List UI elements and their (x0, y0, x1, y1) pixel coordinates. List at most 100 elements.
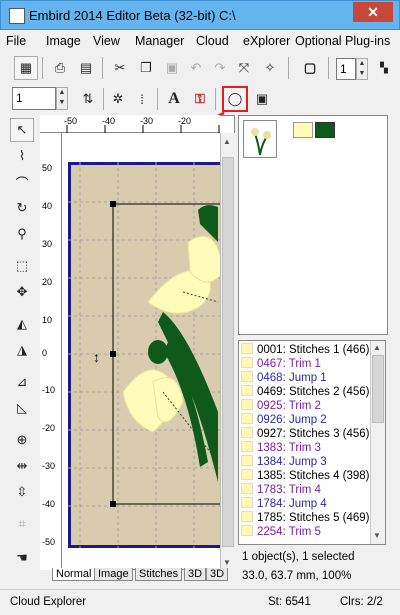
cut-icon[interactable]: ✂ (108, 56, 132, 80)
move-icon[interactable]: ⤧ (232, 56, 256, 80)
scroll-thumb[interactable] (222, 157, 234, 547)
scroll-up-icon[interactable]: ▲ (373, 343, 381, 352)
v-tick-label: 30 (42, 239, 53, 249)
edit-toolbar: 1 ▲ ▼ ⇅ ✲ ⁞ A ⚿ ◯ ▣ (0, 84, 400, 114)
list-item[interactable]: 1385: Stitches 4 (398) (241, 469, 370, 483)
zoom-spin-input[interactable]: 1 (336, 58, 356, 80)
app-icon[interactable] (9, 8, 25, 24)
skew-right-icon[interactable]: ◺ (10, 396, 34, 420)
list-item[interactable]: 0001: Stitches 1 (466) (241, 343, 370, 357)
align-vertical-icon[interactable]: ⇳ (10, 480, 34, 504)
list-item[interactable]: 1383: Trim 3 (241, 441, 321, 455)
main-toolbar: ▦ ⎙ ▤ ✂ ❐ ▣ ↶ ↷ ⤧ ✧ ▢ 1 ▲ ▼ ▚ (0, 53, 400, 83)
thread-swatch-icon (241, 441, 253, 452)
list-item[interactable]: 0927: Stitches 3 (456) (241, 427, 370, 441)
print-preview-icon[interactable]: ▤ (74, 56, 98, 80)
list-item-label: 0469: Stitches 2 (456) (257, 386, 370, 398)
mirror-vertical-icon[interactable]: ◭ (10, 312, 34, 336)
object-spin-arrows[interactable]: ▲ ▼ (56, 87, 68, 110)
thread-color-swatch-2[interactable] (315, 122, 335, 138)
thread-swatch-icon (241, 455, 253, 466)
design-thumbnail[interactable] (243, 120, 277, 158)
v-tick-label: 50 (42, 163, 53, 173)
save-icon[interactable]: ▣ (250, 87, 274, 111)
lasso-select-icon[interactable]: ⌇ (10, 144, 34, 168)
v-tick-label: -40 (42, 499, 56, 509)
v-tick-label: 20 (42, 277, 53, 287)
tab-normal[interactable]: Normal (52, 568, 96, 581)
menu-file[interactable]: File (6, 34, 26, 48)
list-item[interactable]: 0926: Jump 2 (241, 413, 327, 427)
list-item-label: 0467: Trim 1 (257, 358, 321, 370)
menu-optional-plugins[interactable]: Optional Plug-ins (295, 34, 390, 48)
menu-explorer[interactable]: eXplorer (243, 34, 290, 48)
object-list[interactable]: 0001: Stitches 1 (466) 0467: Trim 1 0468: … (238, 340, 386, 545)
split-icon[interactable]: ⌗ (10, 512, 34, 536)
list-item-label: 0926: Jump 2 (257, 414, 327, 426)
v-tick-label: -30 (42, 461, 56, 471)
tab-3d-alt[interactable]: 3D (206, 568, 229, 581)
list-item[interactable]: 0468: Jump 1 (241, 371, 327, 385)
menu-bar: File Image View Manager Cloud eXplorer O… (0, 30, 400, 52)
align-horizontal-icon[interactable]: ⇹ (10, 454, 34, 478)
center-icon[interactable]: ⊕ (10, 428, 34, 452)
zoom-icon[interactable]: ⚲ (10, 222, 34, 246)
scroll-up-icon[interactable]: ▲ (223, 137, 231, 146)
move-cross-icon[interactable]: ✥ (10, 280, 34, 304)
thread-swatch-icon (241, 399, 253, 410)
scroll-down-icon[interactable]: ▼ (373, 531, 381, 540)
reverse-order-icon[interactable]: ⇅ (76, 87, 100, 111)
list-item[interactable]: 1785: Stitches 5 (469) (241, 511, 370, 525)
menu-cloud[interactable]: Cloud (196, 34, 229, 48)
list-item-label: 0925: Trim 2 (257, 400, 321, 412)
status-color-count: Clrs: 2/2 (340, 596, 383, 608)
menu-manager[interactable]: Manager (135, 34, 184, 48)
paste-icon[interactable]: ▣ (160, 56, 184, 80)
list-item-label: 1783: Trim 4 (257, 484, 321, 496)
tab-stitches[interactable]: Stitches (135, 568, 183, 581)
text-icon[interactable]: A (162, 87, 186, 111)
thread-swatch-icon (241, 371, 253, 382)
list-item[interactable]: 1784: Jump 4 (241, 497, 327, 511)
scroll-down-icon[interactable]: ▼ (223, 558, 231, 567)
rotate-icon[interactable]: ↻ (10, 196, 34, 220)
tab-3d[interactable]: 3D (184, 568, 207, 581)
thread-color-swatch-1[interactable] (293, 122, 313, 138)
needle-icon[interactable]: ✲ (106, 87, 130, 111)
magic-wand-icon[interactable]: ✧ (258, 56, 282, 80)
zoom-spin-arrows[interactable]: ▲ ▼ (356, 58, 368, 80)
copy-icon[interactable]: ❐ (134, 56, 158, 80)
print-icon[interactable]: ⎙ (48, 56, 72, 80)
list-item[interactable]: 0469: Stitches 2 (456) (241, 385, 370, 399)
mirror-horizontal-icon[interactable]: ◮ (10, 338, 34, 362)
object-spin-input[interactable]: 1 (12, 87, 56, 110)
close-button[interactable]: ✕ (353, 2, 393, 22)
list-item[interactable]: 1384: Jump 3 (241, 455, 327, 469)
v-tick-label: -10 (42, 385, 56, 395)
skew-left-icon[interactable]: ⊿ (10, 370, 34, 394)
thread-swatch-icon (241, 357, 253, 368)
list-item[interactable]: 2254: Trim 5 (241, 525, 321, 539)
hand-icon[interactable]: ☚ (10, 546, 34, 570)
menu-view[interactable]: View (93, 34, 120, 48)
scroll-thumb[interactable] (372, 355, 384, 423)
resize-icon[interactable]: ⬚ (10, 254, 34, 278)
canvas-vertical-scrollbar[interactable]: ▲ ▼ (220, 133, 235, 570)
select-arrow-icon[interactable]: ↖ (10, 118, 34, 142)
stitch-points-icon[interactable]: ⁞ (130, 87, 154, 111)
hoop-icon[interactable]: ▢ (298, 56, 322, 80)
window-title: Embird 2014 Editor Beta (32-bit) C:\ (29, 8, 236, 23)
color-grid-icon[interactable]: ▚ (372, 56, 396, 80)
list-item[interactable]: 1783: Trim 4 (241, 483, 321, 497)
list-item[interactable]: 0925: Trim 2 (241, 399, 321, 413)
list-item-label: 0001: Stitches 1 (466) (257, 344, 370, 356)
undo-icon[interactable]: ↶ (184, 56, 208, 80)
tab-image[interactable]: Image (94, 568, 133, 581)
coordinate-readout: 33.0, 63.7 mm, 100% (242, 570, 352, 582)
redo-icon[interactable]: ↷ (208, 56, 232, 80)
menu-image[interactable]: Image (46, 34, 81, 48)
object-list-scrollbar[interactable]: ▲ ▼ (370, 341, 385, 544)
freehand-select-icon[interactable]: ⌒ (10, 170, 34, 194)
list-item[interactable]: 0467: Trim 1 (241, 357, 321, 371)
new-design-icon[interactable]: ▦ (14, 56, 38, 80)
